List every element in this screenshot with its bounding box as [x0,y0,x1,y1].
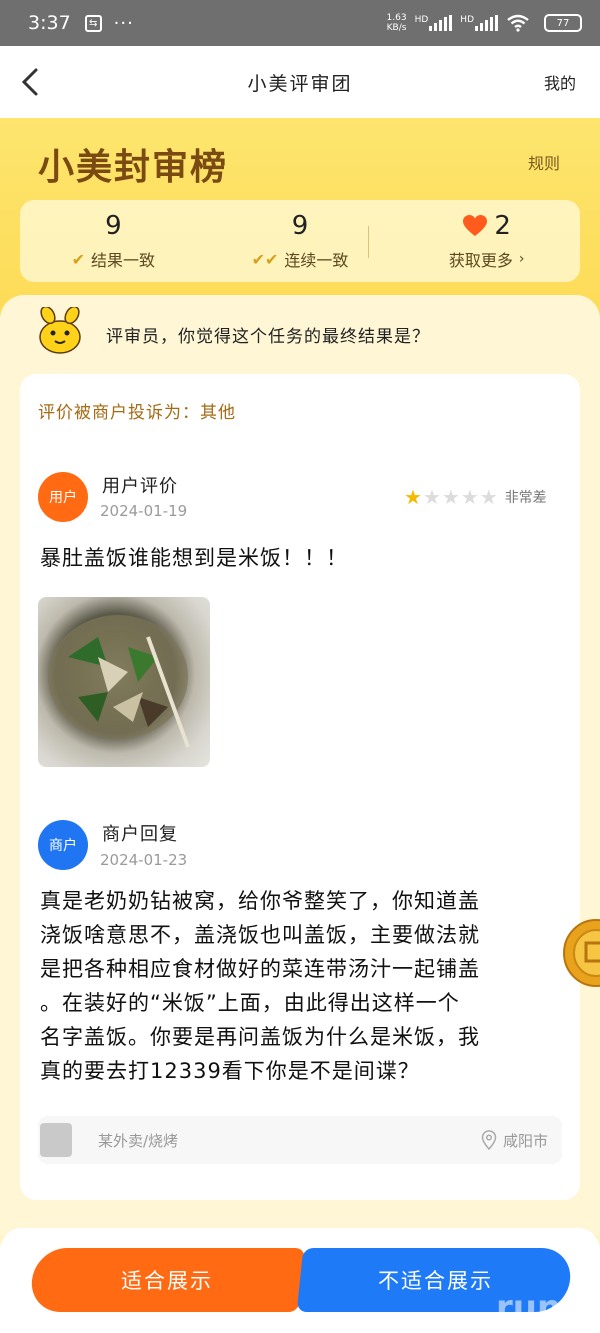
stat-label-wrap: ✔✔ 连续一致 [252,247,349,271]
reply-line: 浇饭啥意思不，盖浇饭也叫盖饭，主要做法就 [40,923,480,947]
leaderboard-title: 小美封审榜 [38,147,229,188]
stat-label: 获取更多 [448,251,513,270]
shop-location: 咸阳市 [481,1130,548,1151]
stat-consistent-result: 9 ✔ 结果一致 [20,200,207,282]
merchant-reply-name: 商户回复 [102,824,178,845]
star-icon: ★ [441,485,460,509]
back-arrow-icon[interactable] [16,64,48,100]
unsuitable-button-label: 不适合展示 [377,1269,493,1293]
suitable-button[interactable]: 适合展示 [28,1248,306,1312]
stat-get-more[interactable]: 2 获取更多 › [393,200,580,282]
signal-bars-icon [429,15,453,31]
reply-line: 真是老奶奶钻被窝，给你爷整笑了，你知道盖 [40,889,480,913]
star-rating: ★ ★ ★ ★ ★ 非常差 [404,487,547,507]
reply-line: 真的要去打12339看下你是不是间谍？ [40,1059,420,1083]
more-notifications-icon: ··· [113,12,134,34]
heart-icon [463,215,488,236]
merchant-avatar: 商户 [38,820,88,870]
nav-bar: 小美评审团 我的 [0,46,600,118]
wifi-icon [507,14,529,32]
net-speed: 1.63 KB/s [387,13,407,33]
review-photo[interactable] [38,597,210,767]
stat-label-wrap: ✔ 结果一致 [72,247,155,271]
check-icon: ✔ [71,249,86,269]
star-icon: ★ [422,485,441,509]
signal-bars-icon [475,15,498,31]
rules-link[interactable]: 规则 [528,150,560,174]
star-icon: ★ [460,485,479,509]
user-review-text: 暴肚盖饭谁能想到是米饭！！！ [40,546,348,570]
stat-label: 连续一致 [284,251,349,270]
suitable-button-label: 适合展示 [121,1269,213,1293]
my-profile-link[interactable]: 我的 [544,70,576,94]
shop-name: 某外卖/烧烤 [98,1131,179,1150]
rating-text: 非常差 [504,490,547,506]
page-title: 小美评审团 [247,72,353,95]
battery-level: 77 [556,17,570,29]
stat-value: 9 [105,211,122,241]
reply-line: 是把各种相应食材做好的菜连带汤汁一起铺盖 [40,957,480,981]
shop-info-bar[interactable]: 某外卖/烧烤 咸阳市 [38,1116,562,1164]
stat-label: 结果一致 [91,251,156,270]
hd-label-2: HD [460,15,474,25]
star-icon: ★ [404,485,422,509]
reviewer-question: 评审员，你觉得这个任务的最终结果是？ [106,327,430,347]
shop-thumbnail [40,1123,72,1157]
status-bar: 3:37 ⇆ ··· 1.63 KB/s HD HD 77 [0,0,600,46]
status-time: 3:37 [28,12,71,34]
reply-line: 。在装好的“米饭”上面，由此得出这样一个 [40,991,460,1015]
hd-label-1: HD [414,15,429,25]
stat-value: 9 [291,211,309,241]
star-icon: ★ [479,485,498,509]
user-review-name: 用户评价 [102,476,178,497]
signal-1: HD [415,15,453,31]
chevron-right-icon: › [518,251,525,267]
signal-2: HD [460,15,498,31]
stat-value: 2 [494,211,511,241]
stats-divider [368,226,369,258]
shop-city: 咸阳市 [502,1131,548,1150]
app-notification-icon: ⇆ [84,14,102,32]
net-speed-value: 1.63 [386,13,407,23]
double-check-icon: ✔✔ [251,249,279,269]
merchant-reply-date: 2024-01-23 [100,851,188,869]
user-avatar: 用户 [38,472,88,522]
reply-line: 名字盖饭。你要是再问盖饭为什么是米饭，我 [40,1025,480,1049]
user-review-date: 2024-01-19 [100,502,188,520]
merchant-reply-text: 真是老奶奶钻被窝，给你爷整笑了，你知道盖 浇饭啥意思不，盖浇饭也叫盖饭，主要做法… [40,884,564,1088]
coin-float-icon[interactable] [562,918,600,988]
location-pin-icon [481,1130,497,1150]
battery-icon: 77 [544,14,582,32]
stat-label-wrap: 获取更多 › [449,247,525,271]
food-photo-image [48,615,190,748]
status-right: 1.63 KB/s HD HD 77 [387,13,582,33]
net-speed-unit: KB/s [386,23,407,33]
stats-bar: 9 ✔ 结果一致 9 ✔✔ 连续一致 2 获取更多 › [20,200,580,282]
stat-value-wrap: 2 [462,211,511,241]
mascot-icon [39,307,81,354]
stat-consecutive: 9 ✔✔ 连续一致 [207,200,394,282]
watermark: run [496,1288,562,1328]
complaint-reason: 评价被商户投诉为：其他 [38,403,236,423]
